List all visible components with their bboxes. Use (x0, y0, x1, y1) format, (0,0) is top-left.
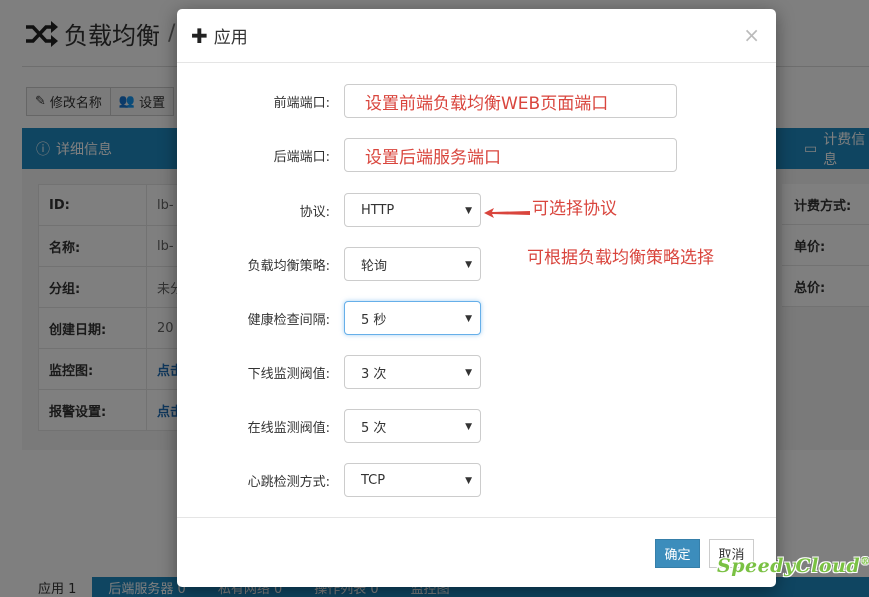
caret-down-icon: ▼ (465, 260, 472, 270)
strategy-select[interactable]: 轮询 ▼ (344, 247, 481, 281)
registered-mark: ® (860, 557, 869, 568)
modal-header: ✚ 应用 × (177, 9, 776, 63)
offline-threshold-value: 3 次 (361, 366, 387, 382)
strategy-label: 负载均衡策略: (247, 258, 330, 274)
strategy-annotation: 可根据负载均衡策略选择 (527, 248, 714, 268)
health-interval-value: 5 秒 (361, 312, 387, 328)
backend-port-label: 后端端口: (273, 149, 330, 165)
online-threshold-value: 5 次 (361, 420, 387, 436)
confirm-button[interactable]: 确定 (655, 539, 700, 568)
frontend-port-row: 前端端口: (177, 84, 776, 118)
annotation-arrow-icon (484, 208, 530, 218)
caret-down-icon: ▼ (465, 368, 472, 378)
plus-icon: ✚ (191, 23, 208, 48)
online-threshold-label: 在线监测阀值: (247, 420, 330, 436)
speedycloud-logo: SpeedyCloud® (717, 555, 869, 577)
health-interval-select[interactable]: 5 秒 ▼ (344, 301, 481, 335)
offline-threshold-row: 下线监测阀值: 3 次 ▼ (177, 355, 776, 389)
protocol-value: HTTP (361, 202, 395, 218)
backend-port-row: 后端端口: (177, 138, 776, 172)
caret-down-icon: ▼ (465, 422, 472, 432)
online-threshold-select[interactable]: 5 次 ▼ (344, 409, 481, 443)
frontend-port-input[interactable] (344, 84, 677, 118)
modal-title-label: 应用 (213, 28, 248, 48)
health-interval-label: 健康检查间隔: (247, 312, 330, 328)
online-threshold-row: 在线监测阀值: 5 次 ▼ (177, 409, 776, 443)
offline-threshold-label: 下线监测阀值: (247, 366, 330, 382)
modal-title: ✚ 应用 (191, 23, 248, 49)
watermark-text: SpeedyCloud (717, 555, 861, 577)
backend-port-input[interactable] (344, 138, 677, 172)
modal-footer: 确定 取消 (177, 517, 776, 587)
caret-down-icon: ▼ (465, 206, 472, 216)
heartbeat-value: TCP (361, 472, 386, 488)
heartbeat-select[interactable]: TCP ▼ (344, 463, 481, 497)
heartbeat-row: 心跳检测方式: TCP ▼ (177, 463, 776, 497)
caret-down-icon: ▼ (465, 314, 472, 324)
app-modal: ✚ 应用 × 前端端口: 后端端口: 协议: HTTP ▼ 负载均衡策略: 轮询… (177, 9, 776, 587)
heartbeat-label: 心跳检测方式: (247, 474, 330, 490)
frontend-port-label: 前端端口: (273, 95, 330, 111)
protocol-label: 协议: (299, 204, 330, 220)
caret-down-icon: ▼ (465, 476, 472, 486)
close-icon[interactable]: × (743, 23, 760, 47)
protocol-annotation: 可选择协议 (532, 199, 617, 219)
health-interval-row: 健康检查间隔: 5 秒 ▼ (177, 301, 776, 335)
protocol-select[interactable]: HTTP ▼ (344, 193, 481, 227)
protocol-row: 协议: HTTP ▼ (177, 193, 776, 227)
strategy-value: 轮询 (361, 258, 388, 274)
offline-threshold-select[interactable]: 3 次 ▼ (344, 355, 481, 389)
